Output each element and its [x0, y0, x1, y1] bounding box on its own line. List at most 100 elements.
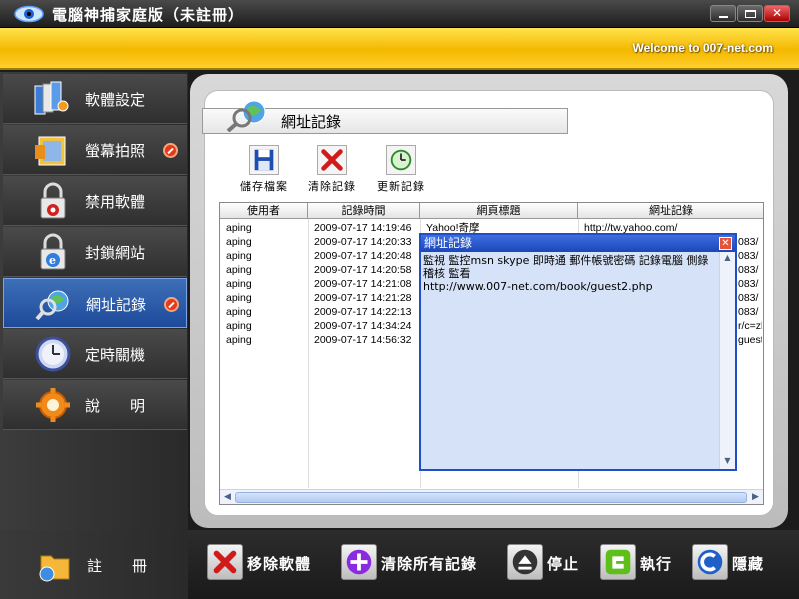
red-x-icon — [317, 145, 347, 175]
save-file-button[interactable]: 儲存檔案 — [234, 145, 294, 195]
table-cell-time: 2009-07-17 14:20:48 — [314, 250, 412, 262]
clear-log-button[interactable]: 清除記錄 — [302, 145, 362, 195]
horizontal-scrollbar[interactable]: ◀ ▶ — [220, 489, 763, 504]
window-title: 電腦神捕家庭版（未註冊） — [52, 6, 245, 24]
register-label: 註 冊 — [87, 557, 148, 575]
table-cell-url: r/c=zh — [738, 320, 762, 332]
remove-software-button[interactable]: 移除軟體 — [207, 544, 327, 582]
table-cell-time: 2009-07-17 14:19:46 — [314, 222, 412, 234]
table-cell-url: 083/ — [738, 236, 759, 248]
table-cell-time: 2009-07-17 14:22:13 — [314, 306, 412, 318]
clear-all-icon — [341, 544, 377, 580]
run-button[interactable]: 執行 — [600, 544, 680, 582]
run-icon — [600, 544, 636, 580]
table-cell-user: aping — [226, 222, 252, 234]
sidebar-item-label: 禁用軟體 — [85, 193, 146, 211]
column-header-page-title[interactable]: 網頁標題 — [420, 203, 578, 219]
table-cell-user: aping — [226, 264, 252, 276]
table-cell-user: aping — [226, 306, 252, 318]
sidebar-item-label: 螢幕拍照 — [85, 142, 146, 160]
stop-button[interactable]: 停止 — [507, 544, 587, 582]
screen-capture-icon — [35, 136, 66, 166]
url-log-icon — [226, 100, 266, 132]
sidebar-item-label: 軟體設定 — [85, 91, 146, 109]
hide-button[interactable]: 隱藏 — [692, 544, 782, 582]
maximize-button[interactable] — [737, 5, 763, 22]
red-x-icon — [207, 544, 243, 580]
clear-all-records-label: 清除所有記錄 — [381, 555, 478, 573]
stop-eject-icon — [507, 544, 543, 580]
clear-all-records-button[interactable]: 清除所有記錄 — [341, 544, 491, 582]
remove-software-label: 移除軟體 — [247, 555, 312, 573]
register-button[interactable]: 註 冊 — [3, 540, 187, 590]
sidebar-item-url-log[interactable]: 網址記錄 — [3, 278, 187, 328]
column-header-user[interactable]: 使用者 — [220, 203, 308, 219]
popup-line: http://www.007-net.com/book/guest2.php — [423, 280, 653, 293]
popup-close-icon[interactable]: ✕ — [719, 237, 732, 250]
scrollbar-thumb[interactable] — [235, 492, 747, 503]
url-log-icon — [35, 290, 69, 321]
stop-label: 停止 — [547, 555, 580, 573]
popup-vertical-scrollbar[interactable]: ▲ ▼ — [719, 252, 735, 469]
scroll-down-icon[interactable]: ▼ — [722, 456, 733, 468]
help-gear-icon — [36, 388, 70, 422]
sidebar-item-help[interactable]: 說 明 — [3, 380, 187, 430]
panel-title: 網址記錄 — [281, 113, 342, 131]
table-cell-user: aping — [226, 292, 252, 304]
table-cell-time: 2009-07-17 14:20:58 — [314, 264, 412, 276]
column-header-url[interactable]: 網址記錄 — [578, 203, 763, 219]
lock-browser-icon: e — [40, 233, 66, 270]
close-icon: ✕ — [771, 6, 783, 20]
table-cell-user: aping — [226, 278, 252, 290]
popup-header: 網址記錄 ✕ — [421, 235, 735, 252]
refresh-clock-icon — [386, 145, 416, 175]
welcome-text: Welcome to 007-net.com — [632, 41, 773, 55]
close-button[interactable]: ✕ — [764, 5, 790, 22]
column-header-time[interactable]: 記錄時間 — [308, 203, 420, 219]
software-settings-icon — [34, 81, 69, 115]
sidebar-item-block-website[interactable]: e 封鎖網站 — [3, 227, 187, 277]
register-folder-icon — [39, 555, 70, 582]
sidebar-item-timer-shutdown[interactable]: 定時關機 — [3, 329, 187, 379]
minimize-icon — [719, 16, 728, 18]
sidebar-item-label: 說 明 — [85, 397, 146, 415]
popup-line: 監視 監控msn skype 即時通 郵件帳號密碼 記錄電腦 側錄稽核 監看 — [423, 254, 709, 280]
sidebar-item-label: 網址記錄 — [86, 296, 147, 314]
table-cell-user: aping — [226, 250, 252, 262]
hide-label: 隱藏 — [732, 555, 765, 573]
lock-disable-icon — [40, 182, 66, 219]
title-bar: 電腦神捕家庭版（未註冊） ✕ — [0, 0, 799, 28]
maximize-icon — [745, 10, 756, 18]
sidebar: 軟體設定 螢幕拍照 禁用軟體 e 封鎖網站 網址記錄 定時關機 說 明 — [0, 72, 188, 530]
popup-title: 網址記錄 — [424, 236, 473, 250]
table-cell-url: 083/ — [738, 306, 759, 318]
table-cell-time: 2009-07-17 14:34:24 — [314, 320, 412, 332]
sidebar-item-screen-capture[interactable]: 螢幕拍照 — [3, 125, 187, 175]
refresh-log-label: 更新記錄 — [377, 180, 425, 193]
table-cell-url: 083/ — [738, 292, 759, 304]
table-cell-time: 2009-07-17 14:20:33 — [314, 236, 412, 248]
svg-text:e: e — [49, 254, 56, 267]
table-cell-user: aping — [226, 236, 252, 248]
url-detail-popup: 網址記錄 ✕ 監視 監控msn skype 即時通 郵件帳號密碼 記錄電腦 側錄… — [419, 233, 737, 471]
refresh-log-button[interactable]: 更新記錄 — [371, 145, 431, 195]
eye-logo-icon — [14, 5, 44, 23]
minimize-button[interactable] — [710, 5, 736, 22]
register-area: 註 冊 — [0, 530, 188, 599]
scroll-up-icon[interactable]: ▲ — [722, 253, 733, 265]
timer-shutdown-icon — [35, 336, 71, 372]
scroll-right-icon[interactable]: ▶ — [749, 491, 762, 504]
hide-icon — [692, 544, 728, 580]
table-cell-time: 2009-07-17 14:21:28 — [314, 292, 412, 304]
sidebar-item-software-settings[interactable]: 軟體設定 — [3, 74, 187, 124]
save-file-label: 儲存檔案 — [240, 180, 288, 193]
table-cell-url: 083/ — [738, 250, 759, 262]
run-label: 執行 — [640, 555, 673, 573]
table-cell-url: 083/ — [738, 278, 759, 290]
table-cell-url: guest2 — [738, 334, 762, 346]
scroll-left-icon[interactable]: ◀ — [221, 491, 234, 504]
sidebar-item-disable-software[interactable]: 禁用軟體 — [3, 176, 187, 226]
status-badge-icon — [164, 297, 179, 312]
table-cell-user: aping — [226, 334, 252, 346]
sidebar-item-label: 封鎖網站 — [85, 244, 146, 262]
